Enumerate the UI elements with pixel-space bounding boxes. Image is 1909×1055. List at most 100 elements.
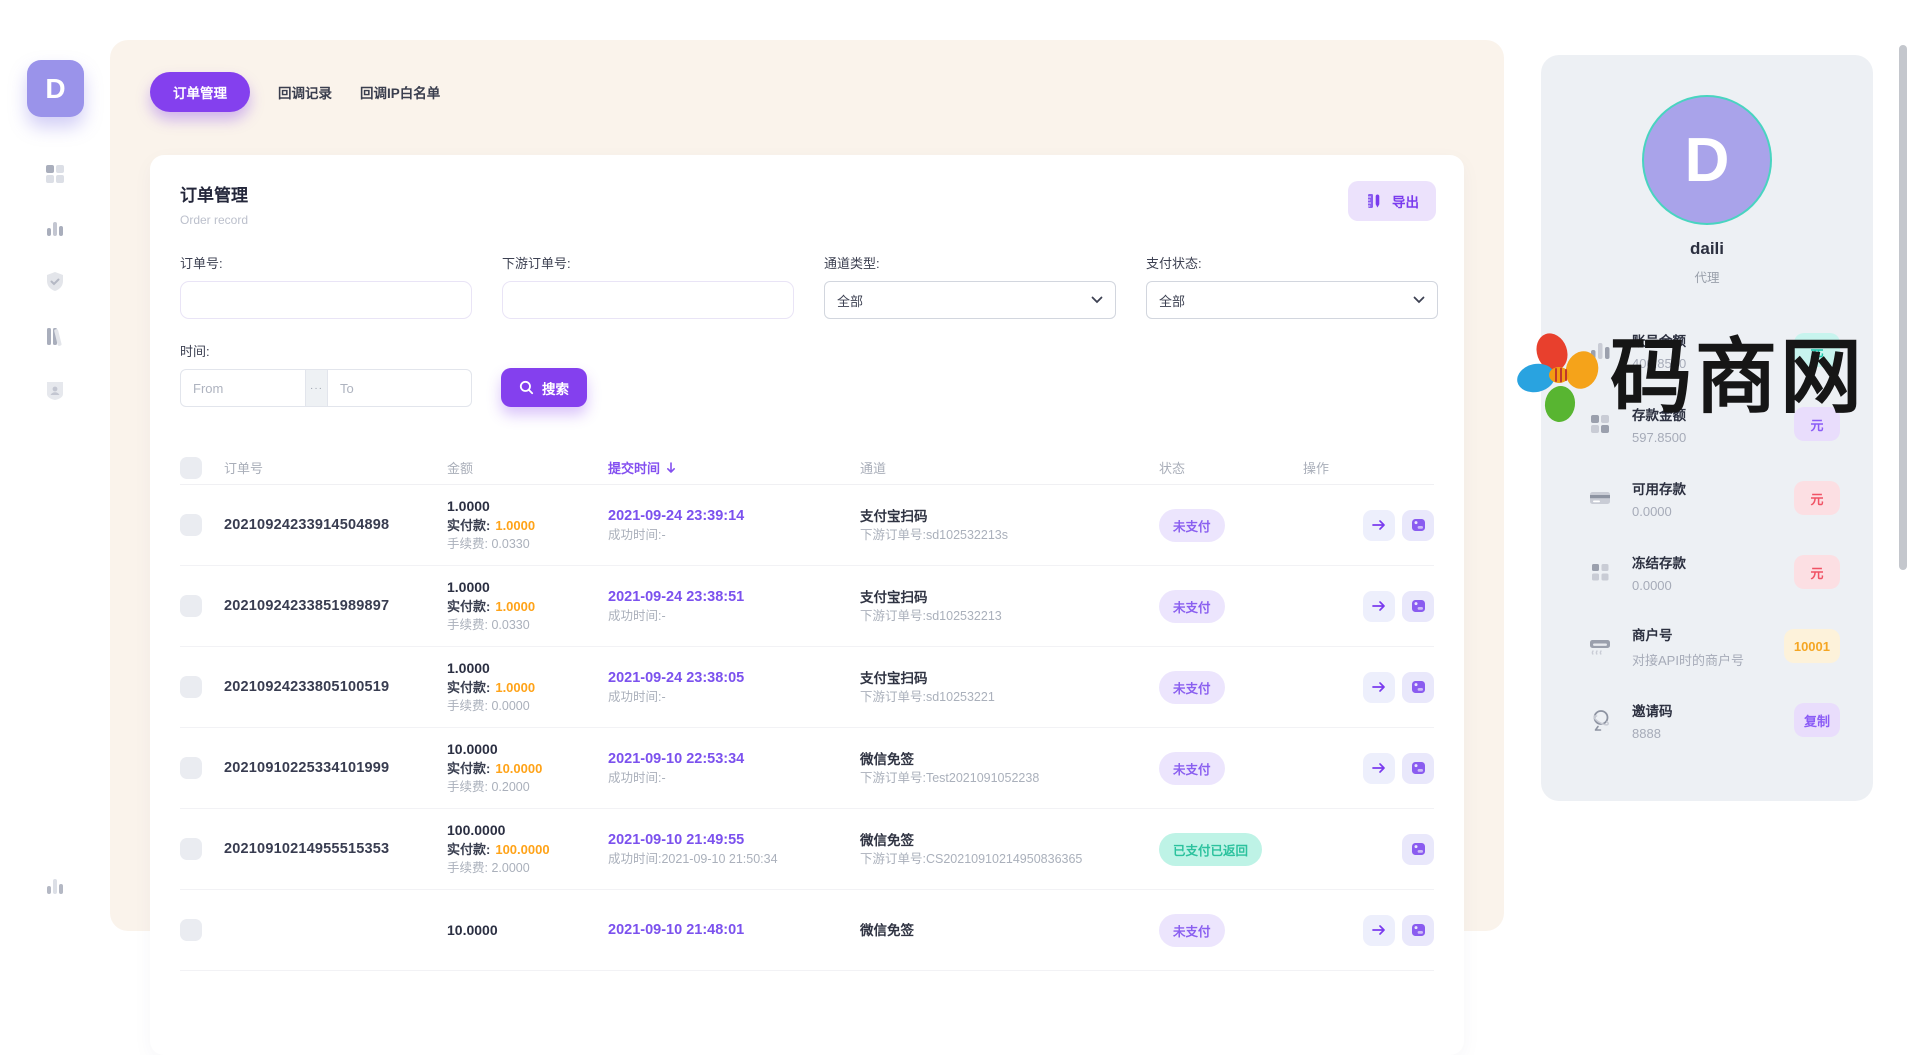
pay-status-select[interactable]: 全部 bbox=[1146, 281, 1438, 319]
time-cell: 2021-09-24 23:39:14 成功时间:- bbox=[608, 506, 860, 544]
stat-value: 400.8500 bbox=[1632, 356, 1794, 371]
toggle-icon bbox=[1411, 518, 1426, 532]
export-label: 导出 bbox=[1392, 191, 1419, 211]
table-row: 20210910214955515353 100.0000 实付款:100.00… bbox=[180, 809, 1434, 890]
callback-toggle-button[interactable] bbox=[1402, 915, 1434, 946]
submit-time: 2021-09-24 23:38:05 bbox=[608, 668, 860, 688]
channel-type-label: 通道类型: bbox=[824, 253, 1116, 272]
time-cell: 2021-09-24 23:38:51 成功时间:- bbox=[608, 587, 860, 625]
export-icon bbox=[1365, 192, 1383, 210]
row-checkbox[interactable] bbox=[180, 595, 202, 617]
order-id: 20210910225334101999 bbox=[224, 760, 447, 776]
order-no-label: 订单号: bbox=[180, 253, 472, 272]
bar-chart-icon bbox=[1585, 337, 1615, 363]
order-amount: 1.0000 bbox=[447, 578, 608, 597]
time-cell: 2021-09-24 23:38:05 成功时间:- bbox=[608, 668, 860, 706]
callback-toggle-button[interactable] bbox=[1402, 834, 1434, 865]
bar-chart-icon[interactable] bbox=[41, 214, 69, 242]
stat-value: 8888 bbox=[1632, 726, 1794, 741]
row-checkbox[interactable] bbox=[180, 514, 202, 536]
tab-order-management[interactable]: 订单管理 bbox=[150, 72, 250, 112]
filter-downstream-no: 下游订单号: bbox=[502, 253, 794, 319]
profile-name: daili bbox=[1541, 239, 1873, 259]
avatar: D bbox=[1644, 97, 1770, 223]
detail-arrow-button[interactable] bbox=[1363, 672, 1395, 703]
detail-arrow-button[interactable] bbox=[1363, 915, 1395, 946]
row-checkbox[interactable] bbox=[180, 838, 202, 860]
fee-label: 手续费: bbox=[447, 780, 488, 794]
stat-value: 0.0000 bbox=[1632, 504, 1794, 519]
filter-channel-type: 通道类型: 全部 bbox=[824, 253, 1116, 319]
channel-cell: 支付宝扫码 下游订单号:sd102532213s bbox=[860, 507, 1159, 544]
header-submit-time[interactable]: 提交时间 bbox=[608, 458, 860, 477]
arrow-right-icon bbox=[1372, 762, 1386, 774]
downstream-order-no: 下游订单号:Test2021091052238 bbox=[860, 769, 1159, 787]
tab-bar: 订单管理 回调记录 回调IP白名单 bbox=[110, 40, 1504, 112]
order-no-input[interactable] bbox=[180, 281, 472, 319]
merchant-id-badge: 10001 bbox=[1784, 629, 1840, 663]
submit-time: 2021-09-24 23:38:51 bbox=[608, 587, 860, 607]
amount-cell: 10.0000 实付款:10.0000 手续费: 0.2000 bbox=[447, 740, 608, 796]
toggle-icon bbox=[1411, 923, 1426, 937]
callback-toggle-button[interactable] bbox=[1402, 672, 1434, 703]
row-checkbox[interactable] bbox=[180, 757, 202, 779]
order-id: 20210910214955515353 bbox=[224, 841, 447, 857]
downstream-no-label: 下游订单号: bbox=[502, 253, 794, 272]
shield-check-icon[interactable] bbox=[41, 268, 69, 296]
vertical-scrollbar[interactable] bbox=[1899, 45, 1907, 570]
order-amount: 10.0000 bbox=[447, 921, 608, 940]
fee-amount: 0.0330 bbox=[491, 618, 529, 632]
fee-amount: 0.0330 bbox=[491, 537, 529, 551]
paid-amount: 100.0000 bbox=[495, 842, 549, 857]
stats-icon[interactable] bbox=[41, 872, 69, 900]
orders-table: 订单号 金额 提交时间 通道 状态 操作 2021092423391450489… bbox=[180, 451, 1434, 971]
avatar-letter: D bbox=[1685, 125, 1730, 196]
channel-cell: 微信免签 下游订单号:Test2021091052238 bbox=[860, 750, 1159, 787]
currency-badge: 元 bbox=[1794, 333, 1840, 367]
detail-arrow-button[interactable] bbox=[1363, 753, 1395, 784]
tab-callback-record[interactable]: 回调记录 bbox=[278, 72, 332, 112]
paid-amount: 1.0000 bbox=[495, 518, 535, 533]
time-cell: 2021-09-10 21:48:01 bbox=[608, 920, 860, 940]
downstream-no-input[interactable] bbox=[502, 281, 794, 319]
fee-amount: 0.2000 bbox=[491, 780, 529, 794]
sort-desc-icon bbox=[666, 462, 676, 474]
library-icon[interactable] bbox=[41, 322, 69, 350]
paid-label: 实付款: bbox=[447, 518, 490, 533]
profile-role: 代理 bbox=[1541, 267, 1873, 286]
dashboard-grid-icon[interactable] bbox=[41, 160, 69, 188]
callback-toggle-button[interactable] bbox=[1402, 510, 1434, 541]
user-badge-icon[interactable] bbox=[41, 376, 69, 404]
arrow-right-icon bbox=[1372, 681, 1386, 693]
arrow-right-icon bbox=[1372, 924, 1386, 936]
filters-row: 订单号: 下游订单号: 通道类型: 全部 支付状态: 全部 bbox=[180, 253, 1434, 319]
row-checkbox[interactable] bbox=[180, 919, 202, 941]
row-checkbox[interactable] bbox=[180, 676, 202, 698]
page-title: 订单管理 bbox=[180, 181, 1434, 206]
fee-amount: 2.0000 bbox=[491, 861, 529, 875]
channel-type-select[interactable]: 全部 bbox=[824, 281, 1116, 319]
header-order-id: 订单号 bbox=[224, 458, 447, 477]
stat-available-deposit: 可用存款 0.0000 元 bbox=[1541, 461, 1873, 535]
stat-value: 0.0000 bbox=[1632, 578, 1794, 593]
date-to-input[interactable] bbox=[327, 369, 472, 407]
callback-toggle-button[interactable] bbox=[1402, 591, 1434, 622]
callback-toggle-button[interactable] bbox=[1402, 753, 1434, 784]
currency-badge: 元 bbox=[1794, 407, 1840, 441]
app-logo[interactable]: D bbox=[27, 60, 84, 117]
stat-label: 商户号 bbox=[1632, 624, 1784, 644]
tab-callback-ip-whitelist[interactable]: 回调IP白名单 bbox=[360, 72, 440, 112]
export-button[interactable]: 导出 bbox=[1348, 181, 1436, 221]
actions-cell bbox=[1303, 753, 1434, 784]
table-row: 20210924233851989897 1.0000 实付款:1.0000 手… bbox=[180, 566, 1434, 647]
copy-button[interactable]: 复制 bbox=[1794, 703, 1840, 737]
channel-name: 支付宝扫码 bbox=[860, 588, 1159, 607]
date-from-input[interactable] bbox=[180, 369, 306, 407]
detail-arrow-button[interactable] bbox=[1363, 510, 1395, 541]
actions-cell bbox=[1303, 510, 1434, 541]
downstream-order-no: 下游订单号:sd102532213 bbox=[860, 607, 1159, 625]
amount-cell: 1.0000 实付款:1.0000 手续费: 0.0000 bbox=[447, 659, 608, 715]
search-button[interactable]: 搜索 bbox=[501, 368, 587, 407]
detail-arrow-button[interactable] bbox=[1363, 591, 1395, 622]
select-all-checkbox[interactable] bbox=[180, 457, 202, 479]
